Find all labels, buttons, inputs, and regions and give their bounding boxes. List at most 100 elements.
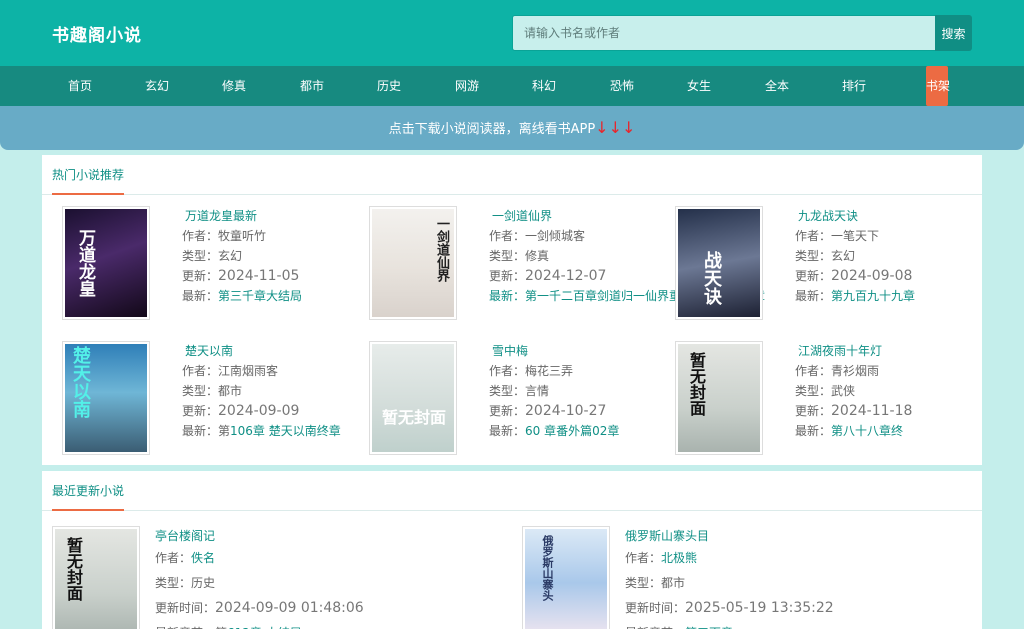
book-latest-chapter: 最新：第三千章大结局 xyxy=(182,286,382,306)
hot-books-panel: 热门小说推荐 万道龙皇 万道龙皇最新 作者：牧童听竹 类型：玄幻 更新：2024-11-… xyxy=(42,155,982,465)
book-cover[interactable]: 暂无封面 xyxy=(675,341,763,455)
book-author: 作者：北极熊 xyxy=(625,546,925,571)
date-label: 更新： xyxy=(182,404,219,418)
book-cover[interactable]: 俄罗斯山寨头 xyxy=(522,526,610,629)
latest-chapter-link[interactable]: 第八十八章终 xyxy=(831,424,903,438)
date-value: 2024-11-05 xyxy=(218,268,300,284)
book-update-date: 更新：2024-12-07 xyxy=(489,266,689,286)
nav-item[interactable]: 修真 xyxy=(222,66,246,106)
latest-label: 最新：第 xyxy=(182,424,231,438)
date-label: 更新时间： xyxy=(155,601,216,615)
book-category: 类型：武侠 xyxy=(795,384,856,398)
book-update-date: 更新时间：2025-05-19 13:35:22 xyxy=(625,596,925,621)
book-author: 作者：佚名 xyxy=(155,546,455,571)
latest-label: 最新： xyxy=(489,424,526,438)
date-label: 更新： xyxy=(182,269,219,283)
book-author: 作者：一笔天下 xyxy=(795,229,880,243)
latest-chapter-link[interactable]: 第三千章大结局 xyxy=(218,289,302,303)
book-latest-chapter: 最新：第106章 楚天以南终章 xyxy=(182,421,382,441)
nav-item[interactable]: 排行 xyxy=(842,66,866,106)
nav-item[interactable]: 书架 xyxy=(926,66,950,106)
book-author: 作者：青衫烟雨 xyxy=(795,364,880,378)
book-title[interactable]: 亭台楼阁记 xyxy=(155,526,455,546)
recent-updates-panel: 最近更新小说 暂无封面 亭台楼阁记 作者：佚名 类型：历史 更新时间：2024-09-0… xyxy=(42,471,982,629)
book-cover[interactable]: 暂无封面 xyxy=(52,526,140,629)
book-title[interactable]: 俄罗斯山寨头目 xyxy=(625,526,925,546)
book-cover[interactable]: 一剑道仙界 xyxy=(369,206,457,320)
cover-title: 俄罗斯山寨头 xyxy=(541,535,554,601)
book-latest-chapter: 最新章节：第612章 大结局 xyxy=(155,621,455,629)
nav-item[interactable]: 网游 xyxy=(455,66,479,106)
cover-title: 战天诀 xyxy=(701,251,722,305)
author-label: 作者： xyxy=(625,551,662,565)
book-title[interactable]: 江湖夜雨十年灯 xyxy=(795,341,995,361)
book-cover-image: 战天诀 xyxy=(678,209,760,317)
cover-title: 一剑道仙界 xyxy=(434,217,449,282)
search-bar: 搜索 xyxy=(512,15,972,51)
main-nav: 首页 玄幻 修真 都市 历史 网游 科幻 恐怖 女生 全本 排行 书架 xyxy=(0,66,1024,106)
date-value: 2024-11-18 xyxy=(831,403,913,419)
book-author: 作者：梅花三弄 xyxy=(489,364,574,378)
nav-item[interactable]: 首页 xyxy=(68,66,92,106)
book-category: 类型：玄幻 xyxy=(795,249,856,263)
book-cover-image: 俄罗斯山寨头 xyxy=(525,529,607,629)
date-label: 更新时间： xyxy=(625,601,686,615)
nav-item[interactable]: 科幻 xyxy=(532,66,556,106)
banner-text: 点击下载小说阅读器，离线看书APP xyxy=(388,122,596,137)
book-cover[interactable]: 战天诀 xyxy=(675,206,763,320)
date-label: 更新： xyxy=(489,269,526,283)
book-title[interactable]: 一剑道仙界 xyxy=(489,206,689,226)
author-link[interactable]: 北极熊 xyxy=(661,551,697,565)
book-latest-chapter: 最新：第九百九十九章 xyxy=(795,286,995,306)
site-header: 书趣阁小说 搜索 xyxy=(0,0,1024,66)
book-author: 作者：牧童听竹 xyxy=(182,229,267,243)
cover-title: 暂无封面 xyxy=(687,352,706,416)
book-title[interactable]: 万道龙皇最新 xyxy=(182,206,382,226)
book-cover-image: 万道龙皇 xyxy=(65,209,147,317)
book-update-date: 更新时间：2024-09-09 01:48:06 xyxy=(155,596,455,621)
date-value: 2024-09-08 xyxy=(831,268,913,284)
author-label: 作者： xyxy=(155,551,192,565)
book-cover-image: 暂无封面 xyxy=(55,529,137,629)
cover-title: 楚天以南 xyxy=(70,346,91,418)
book-author: 作者：江南烟雨客 xyxy=(182,364,279,378)
date-value: 2024-09-09 xyxy=(218,403,300,419)
author-link[interactable]: 佚名 xyxy=(191,551,215,565)
book-latest-chapter: 最新：第八十八章终 xyxy=(795,421,995,441)
date-label: 更新： xyxy=(795,404,832,418)
book-cover-image: 暂无封面 xyxy=(372,344,454,452)
app-download-banner[interactable]: 点击下载小说阅读器，离线看书APP↓↓↓ xyxy=(0,106,1024,150)
date-value: 2024-10-27 xyxy=(525,403,607,419)
latest-label: 最新： xyxy=(795,424,832,438)
book-cover[interactable]: 楚天以南 xyxy=(62,341,150,455)
book-title[interactable]: 九龙战天诀 xyxy=(795,206,995,226)
book-category: 类型：言情 xyxy=(489,384,550,398)
latest-label: 最新： xyxy=(795,289,832,303)
search-button[interactable]: 搜索 xyxy=(935,15,972,51)
book-title[interactable]: 雪中梅 xyxy=(489,341,689,361)
book-update-date: 更新：2024-10-27 xyxy=(489,401,689,421)
book-update-date: 更新：2024-11-05 xyxy=(182,266,382,286)
book-update-date: 更新：2024-09-08 xyxy=(795,266,995,286)
site-logo[interactable]: 书趣阁小说 xyxy=(52,21,142,46)
book-cover[interactable]: 暂无封面 xyxy=(369,341,457,455)
nav-item[interactable]: 玄幻 xyxy=(145,66,169,106)
book-latest-chapter: 最新：第一千二百章剑道归一仙界重开万古长存终章 xyxy=(489,286,765,306)
section-title: 最近更新小说 xyxy=(52,483,125,511)
nav-item[interactable]: 恐怖 xyxy=(610,66,634,106)
nav-item[interactable]: 全本 xyxy=(765,66,789,106)
search-input[interactable] xyxy=(512,15,936,51)
cover-title: 万道龙皇 xyxy=(75,229,95,297)
book-category: 类型：都市 xyxy=(625,576,686,590)
nav-item[interactable]: 女生 xyxy=(687,66,711,106)
book-update-date: 更新：2024-11-18 xyxy=(795,401,995,421)
latest-chapter-link[interactable]: 60 章番外篇02章 xyxy=(525,424,619,438)
book-title[interactable]: 楚天以南 xyxy=(182,341,382,361)
book-author: 作者：一剑倾城客 xyxy=(489,229,586,243)
nav-item[interactable]: 都市 xyxy=(300,66,324,106)
book-category: 类型：都市 xyxy=(182,384,243,398)
nav-item[interactable]: 历史 xyxy=(377,66,401,106)
book-cover[interactable]: 万道龙皇 xyxy=(62,206,150,320)
latest-chapter-link[interactable]: 106章 楚天以南终章 xyxy=(230,424,341,438)
latest-chapter-link[interactable]: 第九百九十九章 xyxy=(831,289,915,303)
